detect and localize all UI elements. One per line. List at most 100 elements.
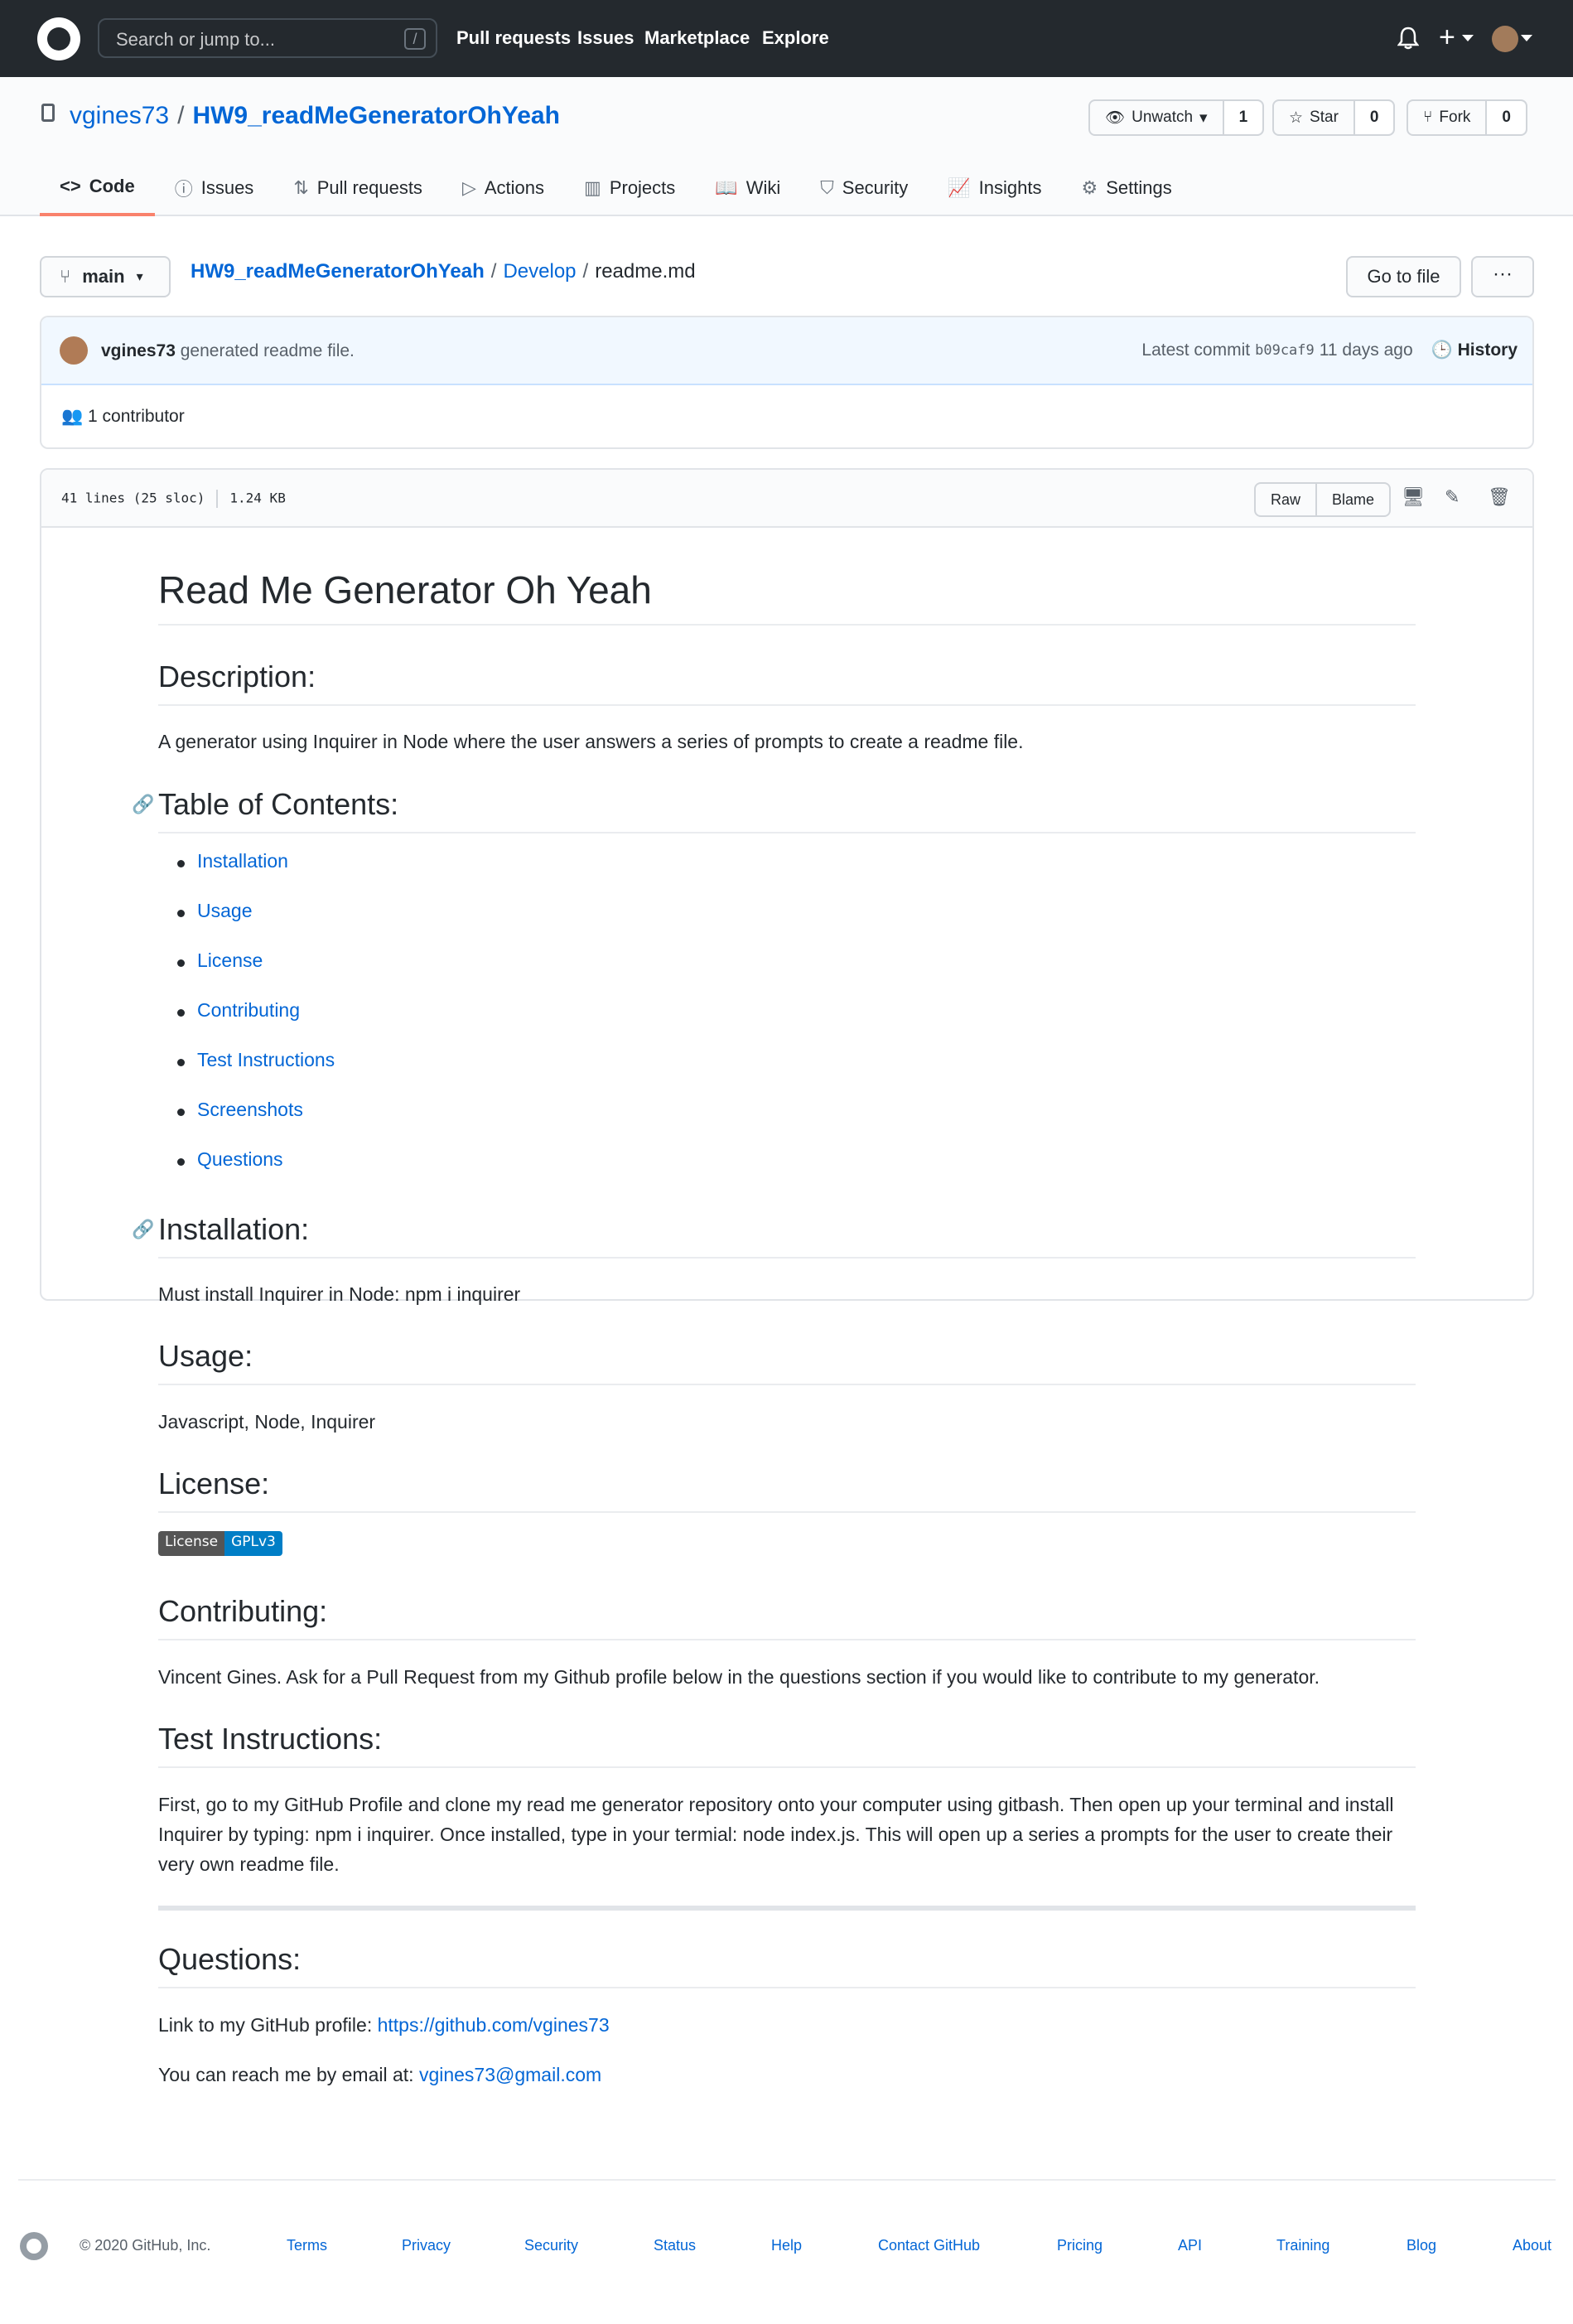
list-item: Screenshots (158, 1099, 335, 1148)
toc-link-contributing[interactable]: Contributing (197, 999, 300, 1021)
tab-insights[interactable]: 📈 Insights (928, 160, 1061, 216)
footer-link-pricing[interactable]: Pricing (1057, 2237, 1103, 2254)
license-badge: License GPLv3 (158, 1531, 282, 1556)
commit-author-avatar[interactable] (60, 336, 88, 365)
tab-wiki[interactable]: 📖 Wiki (695, 160, 800, 216)
tab-actions[interactable]: ▷ Actions (442, 160, 564, 216)
breadcrumb-folder-link[interactable]: Develop (503, 260, 576, 283)
list-item: Test Instructions (158, 1049, 335, 1099)
footer-link-api[interactable]: API (1178, 2237, 1202, 2254)
link-icon[interactable]: 🔗 (132, 1219, 154, 1240)
breadcrumb: HW9_readMeGeneratorOhYeah / Develop / readme… (191, 260, 696, 283)
footer-link-status[interactable]: Status (654, 2237, 696, 2254)
star-button[interactable]: ☆ Star (1274, 101, 1353, 134)
pull-request-icon: ⇅ (293, 177, 309, 198)
footer-link-contact[interactable]: Contact GitHub (878, 2237, 980, 2254)
search-input[interactable]: Search or jump to... / (98, 18, 437, 58)
tab-issues[interactable]: ⓘ Issues (155, 160, 274, 216)
installation-text: Must install Inquirer in Node: npm i inq… (158, 1283, 521, 1305)
contributors-link[interactable]: 👥 1 contributor (61, 407, 185, 427)
branch-select-button[interactable]: ⑂ main ▾ (40, 256, 171, 297)
more-options-button[interactable]: ··· (1471, 256, 1534, 297)
fork-button[interactable]: ⑂ Fork (1408, 101, 1485, 134)
user-avatar[interactable] (1492, 26, 1518, 52)
footer-copyright: © 2020 GitHub, Inc. (80, 2237, 211, 2254)
people-icon: 👥 (61, 407, 84, 426)
watch-button-group: 👁 Unwatch ▾ 1 (1088, 99, 1265, 136)
nav-pull-requests[interactable]: Pull requests (456, 27, 571, 49)
file-info-divider (216, 490, 219, 508)
toc-link-usage[interactable]: Usage (197, 900, 252, 921)
tab-settings[interactable]: ⚙ Settings (1061, 160, 1191, 216)
link-icon[interactable]: 🔗 (132, 794, 154, 815)
watch-button[interactable]: 👁 Unwatch ▾ (1090, 101, 1223, 134)
nav-issues[interactable]: Issues (577, 27, 635, 49)
avatar-caret-icon[interactable] (1521, 35, 1532, 41)
profile-line: Link to my GitHub profile: https://githu… (158, 2010, 1416, 2040)
desktop-icon[interactable]: 🖥 (1402, 486, 1425, 508)
breadcrumb-separator: / (490, 260, 497, 283)
watch-caret-icon: ▾ (1199, 109, 1208, 127)
fork-count[interactable]: 0 (1485, 101, 1526, 134)
commit-message-text[interactable]: generated readme file. (181, 341, 355, 360)
trash-icon[interactable]: 🗑 (1488, 486, 1511, 508)
email-label: You can reach me by email at: (158, 2064, 419, 2085)
watch-count[interactable]: 1 (1222, 101, 1263, 134)
branch-label: main (82, 266, 125, 287)
history-label: History (1457, 341, 1518, 360)
tab-pull-requests[interactable]: ⇅ Pull requests (273, 160, 442, 216)
repo-owner-link[interactable]: vgines73 (70, 102, 169, 129)
readme-title: Read Me Generator Oh Yeah (158, 568, 1416, 626)
toc-heading-text: Table of Contents: (158, 787, 399, 821)
usage-heading: Usage: (158, 1339, 1416, 1385)
footer-link-blog[interactable]: Blog (1407, 2237, 1436, 2254)
plus-caret-icon[interactable] (1462, 35, 1474, 41)
pencil-icon[interactable]: ✎ (1445, 486, 1460, 508)
toc-link-license[interactable]: License (197, 949, 263, 971)
toc-link-questions[interactable]: Questions (197, 1148, 283, 1170)
license-badge-right: GPLv3 (224, 1531, 282, 1556)
toc-link-installation[interactable]: Installation (197, 850, 288, 872)
commit-author[interactable]: vgines73 (101, 341, 176, 360)
breadcrumb-repo-link[interactable]: HW9_readMeGeneratorOhYeah (191, 260, 485, 283)
raw-button[interactable]: Raw (1256, 484, 1315, 515)
eye-icon: 👁 (1105, 109, 1126, 127)
tab-wiki-label: Wiki (745, 177, 781, 198)
tab-projects[interactable]: ▥ Projects (564, 160, 695, 216)
fork-button-group: ⑂ Fork 0 (1407, 99, 1527, 136)
nav-marketplace[interactable]: Marketplace (644, 27, 750, 49)
profile-link[interactable]: https://github.com/vgines73 (378, 2014, 610, 2036)
repo-name-link[interactable]: HW9_readMeGeneratorOhYeah (192, 102, 559, 129)
tab-security[interactable]: ⛉ Security (800, 160, 928, 216)
email-link[interactable]: vgines73@gmail.com (419, 2064, 601, 2085)
repo-title: vgines73 / HW9_readMeGeneratorOhYeah (70, 102, 560, 130)
commit-sha[interactable]: b09caf9 (1255, 342, 1315, 359)
footer-link-security[interactable]: Security (524, 2237, 578, 2254)
toc-link-test-instructions[interactable]: Test Instructions (197, 1049, 335, 1070)
footer-link-privacy[interactable]: Privacy (402, 2237, 451, 2254)
contributing-text: Vincent Gines. Ask for a Pull Request fr… (158, 1666, 1320, 1688)
installation-heading-text: Installation: (158, 1212, 310, 1246)
breadcrumb-file: readme.md (595, 260, 696, 283)
toc-link-screenshots[interactable]: Screenshots (197, 1099, 303, 1120)
footer-link-help[interactable]: Help (771, 2237, 802, 2254)
star-count[interactable]: 0 (1353, 101, 1394, 134)
plus-icon[interactable]: + (1439, 22, 1455, 54)
email-line: You can reach me by email at: vgines73@g… (158, 2060, 1416, 2090)
nav-explore[interactable]: Explore (762, 27, 829, 49)
footer-link-about[interactable]: About (1513, 2237, 1551, 2254)
tab-issues-label: Issues (200, 177, 254, 198)
footer-link-terms[interactable]: Terms (287, 2237, 327, 2254)
github-logo-icon[interactable] (37, 17, 80, 60)
footer-link-training[interactable]: Training (1276, 2237, 1329, 2254)
history-link[interactable]: 🕒 History (1431, 341, 1518, 360)
github-footer-logo-icon[interactable] (20, 2232, 48, 2260)
usage-text: Javascript, Node, Inquirer (158, 1411, 376, 1433)
file-header: 41 lines (25 sloc) 1.24 KB Raw Blame 🖥 ✎ … (41, 470, 1532, 528)
go-to-file-button[interactable]: Go to file (1346, 256, 1461, 297)
bell-icon[interactable] (1397, 27, 1419, 50)
blame-button[interactable]: Blame (1315, 484, 1389, 515)
tab-code[interactable]: <> Code (40, 160, 155, 216)
play-icon: ▷ (461, 177, 476, 198)
branch-caret-icon: ▾ (136, 270, 143, 284)
